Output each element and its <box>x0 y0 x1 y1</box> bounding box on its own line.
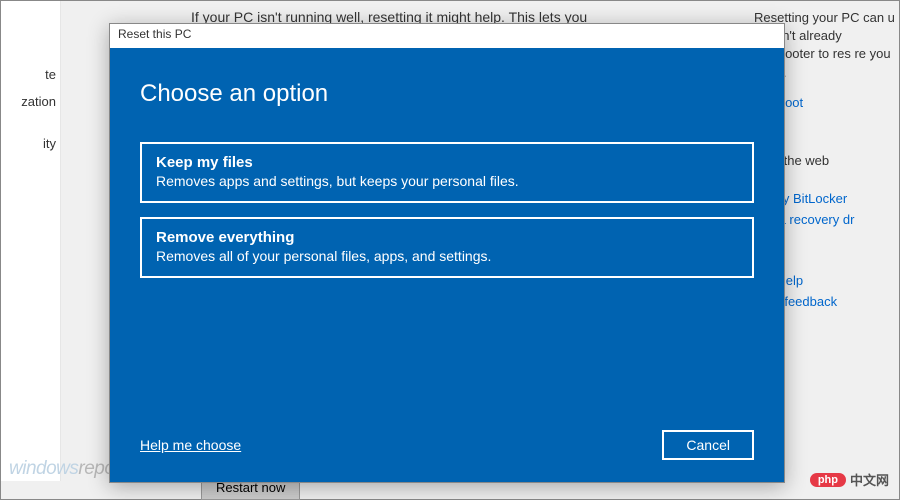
option-desc: Removes all of your personal files, apps… <box>156 248 738 264</box>
cancel-button[interactable]: Cancel <box>662 430 754 460</box>
watermark-right: php 中文网 <box>810 470 889 489</box>
option-desc: Removes apps and settings, but keeps you… <box>156 173 738 189</box>
help-me-choose-link[interactable]: Help me choose <box>140 437 241 453</box>
watermark-left: windowsreport <box>9 458 125 480</box>
dialog-body: Choose an option Keep my files Removes a… <box>110 48 784 482</box>
settings-sidebar: te zation ity <box>1 1 61 481</box>
sidebar-item[interactable]: zation <box>1 88 60 115</box>
option-remove-everything[interactable]: Remove everything Removes all of your pe… <box>140 217 754 278</box>
dialog-footer: Help me choose Cancel <box>140 430 754 460</box>
sidebar-item[interactable]: ity <box>1 130 60 157</box>
php-badge: php <box>810 473 846 487</box>
dialog-title: Reset this PC <box>110 24 784 48</box>
option-title: Keep my files <box>156 154 738 171</box>
option-title: Remove everything <box>156 229 738 246</box>
option-keep-my-files[interactable]: Keep my files Removes apps and settings,… <box>140 142 754 203</box>
reset-pc-dialog: Reset this PC Choose an option Keep my f… <box>109 23 785 483</box>
sidebar-item[interactable]: te <box>1 61 60 88</box>
dialog-heading: Choose an option <box>140 80 754 108</box>
